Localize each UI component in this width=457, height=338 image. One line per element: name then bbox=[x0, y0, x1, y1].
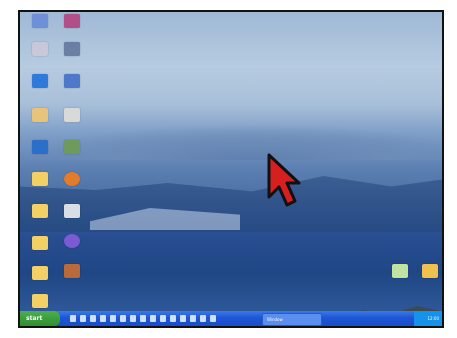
game-icon[interactable] bbox=[64, 264, 80, 278]
recycle-bin-icon[interactable] bbox=[32, 108, 48, 122]
folder-icon[interactable] bbox=[32, 204, 48, 218]
taskbar: start Window 12:00 bbox=[20, 311, 442, 326]
quicklaunch-icon[interactable] bbox=[130, 315, 136, 322]
folder-icon[interactable] bbox=[32, 266, 48, 280]
quicklaunch-icon[interactable] bbox=[210, 315, 216, 322]
text-editor-icon[interactable] bbox=[64, 108, 80, 122]
quicklaunch-icon[interactable] bbox=[90, 315, 96, 322]
quicklaunch-icon[interactable] bbox=[200, 315, 206, 322]
documents-icon[interactable] bbox=[32, 42, 48, 56]
recycle-bin-icon[interactable] bbox=[392, 264, 408, 278]
app-icon[interactable] bbox=[64, 14, 80, 28]
folder-icon[interactable] bbox=[422, 264, 438, 278]
quicklaunch-icon[interactable] bbox=[180, 315, 186, 322]
firefox-icon[interactable] bbox=[64, 172, 80, 186]
taskbar-window-button[interactable]: Window bbox=[262, 313, 322, 326]
quicklaunch-icon[interactable] bbox=[150, 315, 156, 322]
start-button[interactable]: start bbox=[20, 311, 60, 326]
computer-icon[interactable] bbox=[32, 14, 48, 28]
internet-icon[interactable] bbox=[32, 140, 48, 154]
quicklaunch-icon[interactable] bbox=[120, 315, 126, 322]
folder-icon[interactable] bbox=[32, 236, 48, 250]
screenshot-frame: start Window 12:00 bbox=[18, 10, 444, 328]
mountain-ridge bbox=[20, 124, 442, 160]
quicklaunch-icon[interactable] bbox=[70, 315, 76, 322]
quicklaunch-icon[interactable] bbox=[100, 315, 106, 322]
media-icon[interactable] bbox=[64, 74, 80, 88]
mouse-cursor-icon bbox=[267, 153, 301, 207]
chart-icon[interactable] bbox=[64, 140, 80, 154]
quicklaunch-icon[interactable] bbox=[80, 315, 86, 322]
quicklaunch-icon[interactable] bbox=[190, 315, 196, 322]
quicklaunch-icon[interactable] bbox=[110, 315, 116, 322]
ball-icon[interactable] bbox=[64, 234, 80, 248]
folder-icon[interactable] bbox=[32, 294, 48, 308]
folder-icon[interactable] bbox=[32, 172, 48, 186]
quicklaunch-icon[interactable] bbox=[140, 315, 146, 322]
printer-icon[interactable] bbox=[64, 204, 80, 218]
network-icon[interactable] bbox=[32, 74, 48, 88]
quicklaunch-icon[interactable] bbox=[170, 315, 176, 322]
quicklaunch-icon[interactable] bbox=[160, 315, 166, 322]
desktop-background bbox=[20, 12, 442, 322]
settings-icon[interactable] bbox=[64, 42, 80, 56]
system-tray-clock: 12:00 bbox=[414, 311, 442, 326]
